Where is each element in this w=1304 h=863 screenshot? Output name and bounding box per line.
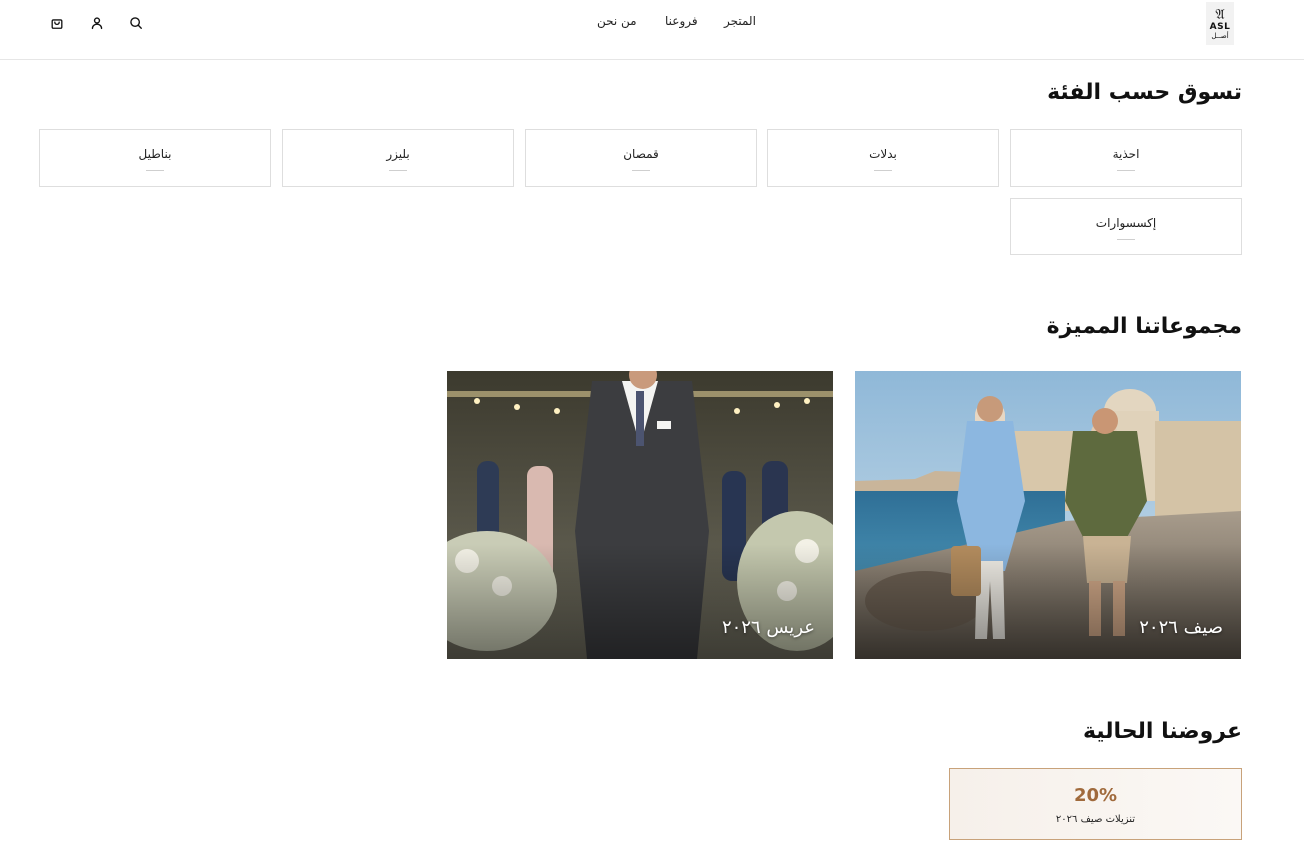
category-underline [389, 170, 407, 171]
category-shirts[interactable]: قمصان [525, 129, 757, 187]
offer-label: تنزيلات صيف ٢٠٢٦ [1055, 814, 1136, 825]
category-suits[interactable]: بدلات [767, 129, 999, 187]
collection-card-wedding[interactable]: عريس ٢٠٢٦ [447, 371, 833, 659]
brand-logo[interactable]: 𝔄 ASL أصــل [1206, 2, 1234, 45]
search-icon[interactable] [128, 15, 144, 31]
offer-discount: 20% [1073, 785, 1118, 806]
nav-branches[interactable]: فروعنا [665, 14, 698, 32]
site-header: 𝔄 ASL أصــل المتجر فروعنا من نحن [0, 0, 1304, 60]
nav-store[interactable]: المتجر [724, 14, 756, 32]
user-icon[interactable] [89, 15, 105, 31]
category-label: بليزر [386, 147, 410, 161]
logo-latin: ASL [1209, 21, 1231, 32]
logo-mark: 𝔄 [1215, 6, 1225, 23]
category-underline [1117, 239, 1135, 240]
collections-title: مجموعاتنا المميزة [1046, 314, 1242, 339]
category-underline [1117, 170, 1135, 171]
logo-arabic: أصــل [1211, 31, 1229, 40]
offer-card-summer-sale[interactable]: 20% تنزيلات صيف ٢٠٢٦ [949, 768, 1242, 840]
category-trousers[interactable]: بناطيل [39, 129, 271, 187]
collection-caption: عريس ٢٠٢٦ [721, 617, 815, 638]
category-underline [632, 170, 650, 171]
categories-title: تسوق حسب الفئة [1047, 80, 1242, 105]
summer-collection-image [855, 371, 1241, 659]
category-blazers[interactable]: بليزر [282, 129, 514, 187]
category-label: بناطيل [138, 147, 172, 161]
collection-caption: صيف ٢٠٢٦ [1139, 617, 1223, 638]
nav-about[interactable]: من نحن [597, 14, 637, 32]
wedding-collection-image [447, 371, 833, 659]
offers-title: عروضنا الحالية [1082, 719, 1242, 744]
category-underline [874, 170, 892, 171]
category-accessories[interactable]: إكسسوارات [1010, 198, 1242, 255]
category-label: إكسسوارات [1095, 216, 1157, 230]
category-label: احذية [1112, 147, 1140, 161]
collection-card-summer[interactable]: صيف ٢٠٢٦ [855, 371, 1241, 659]
category-underline [146, 170, 164, 171]
category-shoes[interactable]: احذية [1010, 129, 1242, 187]
category-label: قمصان [623, 147, 659, 161]
shopping-bag-icon[interactable] [49, 15, 65, 31]
category-label: بدلات [869, 147, 897, 161]
